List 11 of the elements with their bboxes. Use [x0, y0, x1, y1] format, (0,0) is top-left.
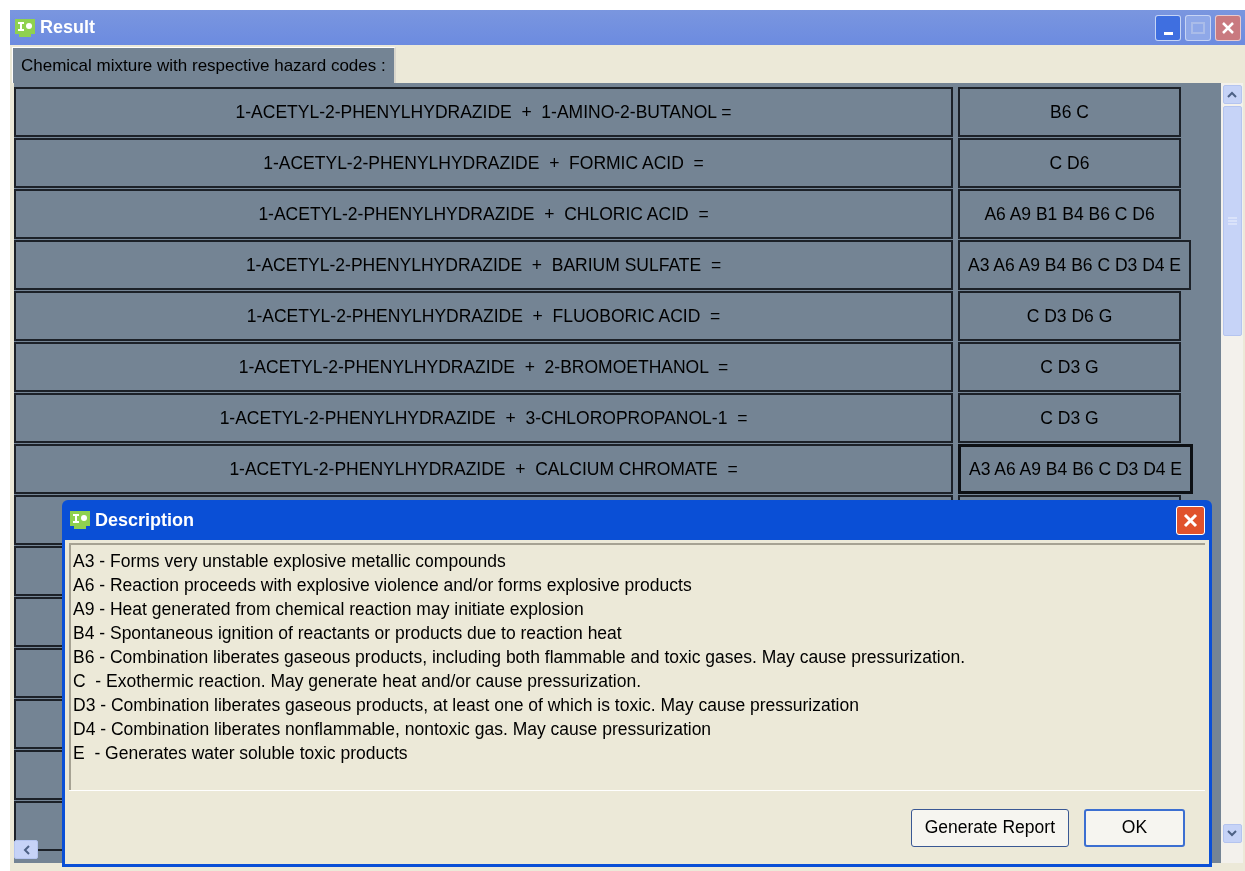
- dialog-title: Description: [95, 508, 195, 532]
- hazard-description: A3 - Forms very unstable explosive metallic compounds: [73, 550, 507, 573]
- hazard-description: C - Exothermic reaction. May generate heat and/or cause pressurization.: [73, 670, 643, 693]
- hazard-description: D4 - Combination liberates nonflammable, nontoxic gas. May cause pressurization: [73, 718, 713, 741]
- hazard-description: B4 - Spontaneous ignition of reactants or products due to reaction heat: [73, 622, 623, 645]
- hazard-description: B6 - Combination liberates gaseous products, including both flammable and toxic gases. May cause pressurization.: [73, 646, 966, 669]
- hazard-description: E - Generates water soluble toxic products: [73, 742, 409, 765]
- hazard-description: A6 - Reaction proceeds with explosive violence and/or forms explosive products: [73, 574, 693, 597]
- window-title: Result: [40, 16, 96, 39]
- hazard-description: D3 - Combination liberates gaseous products, at least one of which is toxic. May cause pressurization: [73, 694, 860, 717]
- hazard-description: A9 - Heat generated from chemical reaction may initiate explosion: [73, 598, 585, 621]
